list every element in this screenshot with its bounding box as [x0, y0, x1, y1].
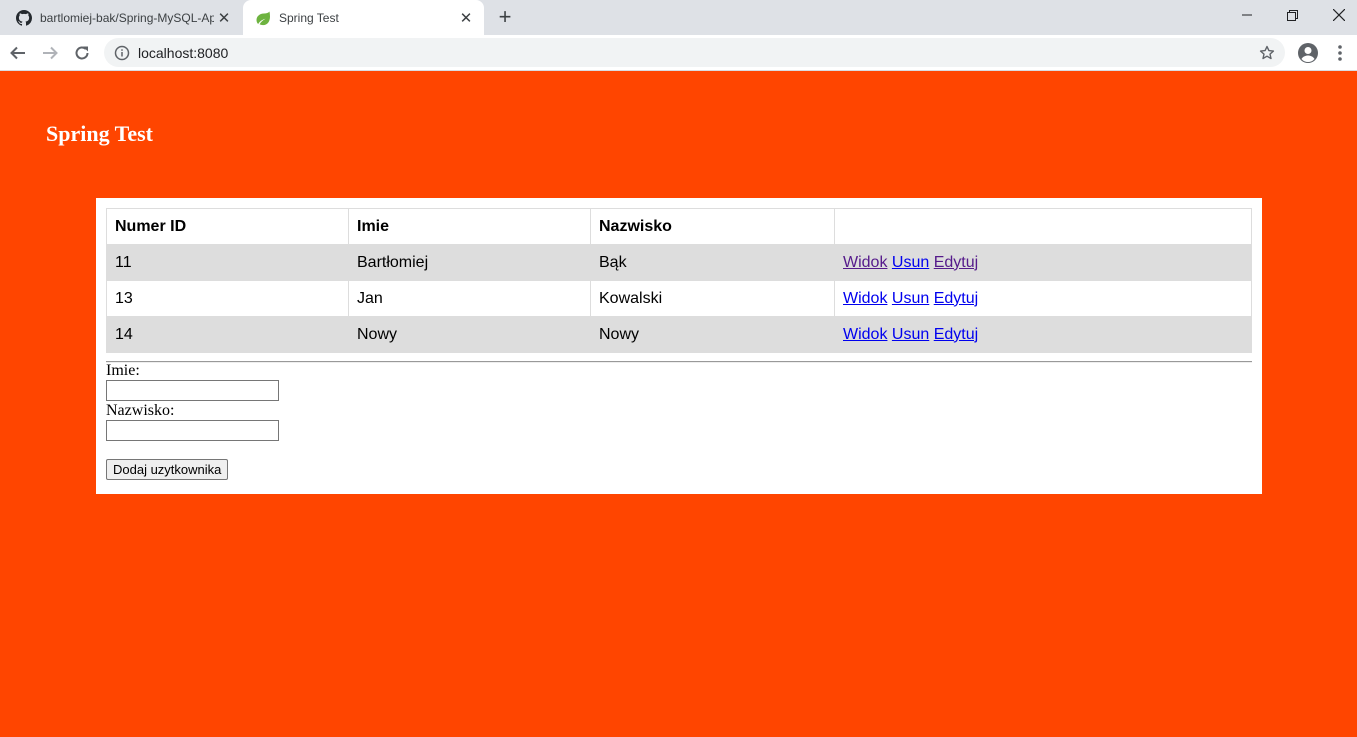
cell-imie: Nowy	[348, 316, 591, 353]
header-id: Numer ID	[106, 208, 349, 245]
edit-link[interactable]: Edytuj	[934, 290, 978, 307]
address-bar[interactable]: localhost:8080	[104, 38, 1285, 67]
edit-link[interactable]: Edytuj	[934, 326, 978, 343]
cell-imie: Jan	[348, 280, 591, 317]
view-link[interactable]: Widok	[843, 326, 887, 343]
cell-actions: Widok Usun Edytuj	[834, 280, 1252, 317]
browser-toolbar: localhost:8080	[0, 35, 1357, 71]
cell-id: 13	[106, 280, 349, 317]
new-tab-plus-icon[interactable]: +	[494, 4, 516, 29]
profile-avatar-icon[interactable]	[1297, 42, 1319, 64]
github-icon	[16, 9, 32, 26]
back-arrow-icon[interactable]	[4, 39, 32, 67]
cell-id: 11	[106, 244, 349, 281]
cell-imie: Bartłomiej	[348, 244, 591, 281]
table-header-row: Numer ID Imie Nazwisko	[106, 208, 1252, 245]
url-text[interactable]: localhost:8080	[138, 45, 228, 61]
tab-spring-test[interactable]: Spring Test ✕	[243, 0, 484, 35]
header-nazwisko: Nazwisko	[590, 208, 835, 245]
nazwisko-label: Nazwisko:	[106, 402, 175, 419]
users-panel: Numer ID Imie Nazwisko 11 Bartłomiej Bąk…	[96, 198, 1262, 494]
kebab-menu-icon[interactable]	[1331, 43, 1349, 63]
tab-title: bartlomiej-bak/Spring-MySQL-Ap	[40, 10, 214, 25]
view-link[interactable]: Widok	[843, 290, 887, 307]
view-link[interactable]: Widok	[843, 254, 887, 271]
tab-strip: bartlomiej-bak/Spring-MySQL-Ap ✕ Spring …	[0, 0, 1357, 35]
spring-leaf-icon	[255, 10, 271, 26]
cell-actions: Widok Usun Edytuj	[834, 244, 1252, 281]
header-imie: Imie	[348, 208, 591, 245]
bookmark-star-icon[interactable]	[1257, 43, 1277, 63]
table-row: 14 Nowy Nowy Widok Usun Edytuj	[106, 316, 1252, 353]
table-row: 11 Bartłomiej Bąk Widok Usun Edytuj	[106, 244, 1252, 281]
restore-icon[interactable]	[1270, 0, 1315, 30]
reload-icon[interactable]	[68, 39, 96, 67]
nazwisko-input[interactable]	[106, 420, 279, 441]
cell-nazwisko: Kowalski	[590, 280, 835, 317]
cell-actions: Widok Usun Edytuj	[834, 316, 1252, 353]
close-window-icon[interactable]	[1316, 0, 1357, 30]
imie-input[interactable]	[106, 380, 279, 401]
minimize-icon[interactable]	[1224, 0, 1269, 30]
cell-id: 14	[106, 316, 349, 353]
table-row: 13 Jan Kowalski Widok Usun Edytuj	[106, 280, 1252, 317]
tab-title: Spring Test	[279, 10, 339, 25]
add-user-button[interactable]: Dodaj uzytkownika	[106, 459, 229, 480]
edit-link[interactable]: Edytuj	[934, 254, 978, 271]
tab-github[interactable]: bartlomiej-bak/Spring-MySQL-Ap ✕	[8, 0, 242, 35]
close-tab-icon[interactable]: ✕	[456, 8, 476, 28]
cell-nazwisko: Nowy	[590, 316, 835, 353]
delete-link[interactable]: Usun	[892, 290, 929, 307]
header-actions	[834, 208, 1252, 245]
info-icon[interactable]	[114, 45, 130, 61]
imie-label: Imie:	[106, 362, 140, 379]
delete-link[interactable]: Usun	[892, 254, 929, 271]
delete-link[interactable]: Usun	[892, 326, 929, 343]
cell-nazwisko: Bąk	[590, 244, 835, 281]
page-title: Spring Test	[46, 121, 153, 146]
forward-arrow-icon[interactable]	[36, 39, 64, 67]
add-user-form: Imie: Nazwisko: Dodaj uzytkownika	[106, 362, 1252, 480]
users-table: Numer ID Imie Nazwisko 11 Bartłomiej Bąk…	[106, 208, 1252, 353]
close-tab-icon[interactable]: ✕	[214, 8, 234, 28]
